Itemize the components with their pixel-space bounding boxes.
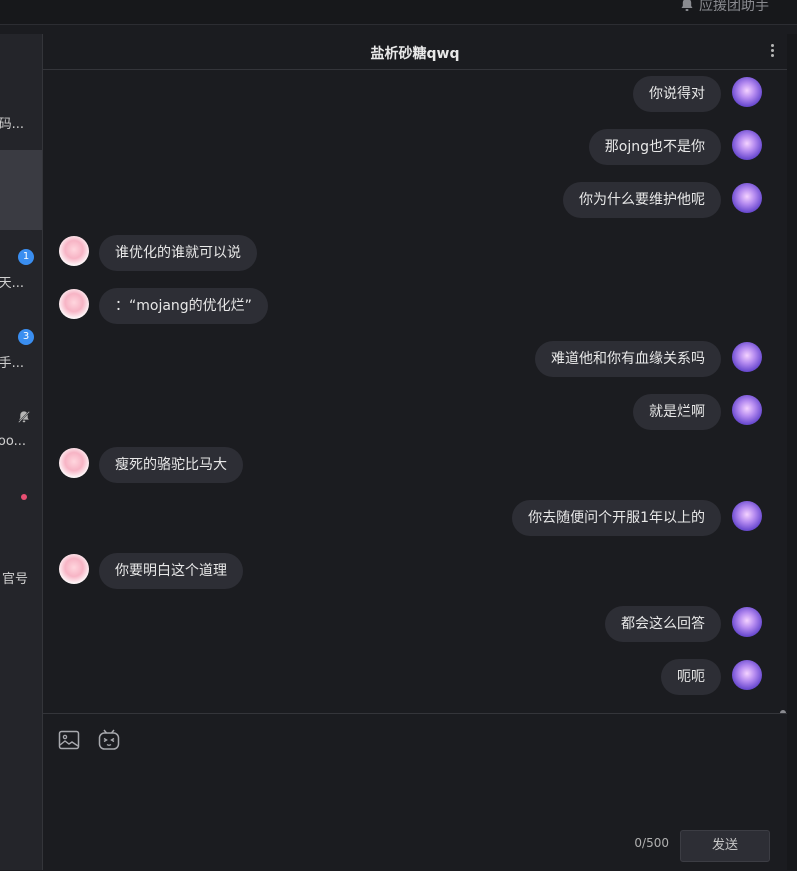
top-bar: 应援团助手	[0, 0, 797, 25]
support-helper-link[interactable]: 应援团助手	[679, 0, 769, 15]
chat-title: 盐析砂糖qwq	[370, 46, 460, 62]
message-list: 你说得对 那ojng也不是你 你为什么要维护他呢 谁优化的谁就可以说 ：“moj…	[43, 70, 787, 748]
conversation-name: 码...	[0, 117, 24, 132]
avatar[interactable]	[732, 395, 762, 425]
message-outgoing: 你去随便问个开服1年以上的	[43, 494, 787, 544]
message-outgoing: 难道他和你有血缘关系吗	[43, 335, 787, 385]
image-icon[interactable]	[57, 728, 81, 752]
message-outgoing: 那ojng也不是你	[43, 123, 787, 173]
conversation-item[interactable]: 1 天...	[0, 244, 42, 304]
conversation-name: 官号	[1, 572, 28, 587]
conversation-item[interactable]: 码...	[0, 110, 42, 150]
avatar[interactable]	[732, 660, 762, 690]
conversation-item[interactable]: 官号	[0, 554, 42, 604]
message-bubble[interactable]: ：“mojang的优化烂”	[99, 288, 268, 324]
message-bubble[interactable]: 你去随便问个开服1年以上的	[512, 500, 721, 536]
window-edge	[787, 34, 797, 870]
message-bubble[interactable]: 谁优化的谁就可以说	[99, 235, 257, 271]
bell-icon	[681, 0, 693, 11]
character-counter: 0/500	[634, 836, 669, 850]
message-bubble[interactable]: 你为什么要维护他呢	[563, 182, 721, 218]
more-vertical-icon[interactable]	[767, 43, 777, 61]
unread-dot	[21, 494, 27, 500]
unread-badge: 1	[18, 249, 34, 265]
avatar[interactable]	[59, 236, 89, 266]
avatar[interactable]	[732, 77, 762, 107]
bell-muted-icon	[18, 411, 30, 423]
avatar[interactable]	[732, 607, 762, 637]
message-bubble[interactable]: 瘦死的骆驼比马大	[99, 447, 243, 483]
message-incoming: ：“mojang的优化烂”	[43, 282, 787, 332]
message-bubble[interactable]: 就是烂啊	[633, 394, 721, 430]
message-composer[interactable]: 0/500 发送	[43, 713, 787, 871]
conversation-name: 天...	[0, 276, 24, 291]
conversation-list: 码... 1 天... 3 手... oo... 官号	[0, 34, 43, 870]
message-incoming: 你要明白这个道理	[43, 547, 787, 597]
message-incoming: 瘦死的骆驼比马大	[43, 441, 787, 491]
avatar[interactable]	[59, 289, 89, 319]
message-bubble[interactable]: 呃呃	[661, 659, 721, 695]
message-bubble[interactable]: 难道他和你有血缘关系吗	[535, 341, 721, 377]
conversation-item[interactable]: oo...	[0, 404, 42, 464]
chat-header: 盐析砂糖qwq	[43, 34, 787, 70]
emoji-icon[interactable]	[97, 728, 121, 752]
conversation-name: oo...	[0, 434, 26, 449]
avatar[interactable]	[732, 183, 762, 213]
avatar[interactable]	[59, 448, 89, 478]
message-outgoing: 就是烂啊	[43, 388, 787, 438]
message-incoming: 谁优化的谁就可以说	[43, 229, 787, 279]
avatar[interactable]	[59, 554, 89, 584]
avatar[interactable]	[732, 501, 762, 531]
conversation-item[interactable]: 3 手...	[0, 324, 42, 384]
message-bubble[interactable]: 都会这么回答	[605, 606, 721, 642]
message-outgoing: 呃呃	[43, 653, 787, 703]
avatar[interactable]	[732, 342, 762, 372]
message-bubble[interactable]: 那ojng也不是你	[588, 129, 721, 165]
message-bubble[interactable]: 你要明白这个道理	[99, 553, 243, 589]
support-helper-label: 应援团助手	[699, 0, 769, 14]
avatar[interactable]	[732, 130, 762, 160]
conversation-item-selected[interactable]	[0, 150, 42, 230]
message-outgoing: 你说得对	[43, 70, 787, 120]
message-bubble[interactable]: 你说得对	[633, 76, 721, 112]
message-outgoing: 都会这么回答	[43, 600, 787, 650]
message-outgoing: 你为什么要维护他呢	[43, 176, 787, 226]
conversation-item[interactable]	[0, 484, 42, 534]
chat-panel: 盐析砂糖qwq 你说得对 那ojng也不是你 你为什么要维护他呢 谁优化的谁就可…	[43, 34, 787, 871]
conversation-name: 手...	[0, 356, 24, 371]
unread-badge: 3	[18, 329, 34, 345]
send-button[interactable]: 发送	[680, 830, 770, 862]
